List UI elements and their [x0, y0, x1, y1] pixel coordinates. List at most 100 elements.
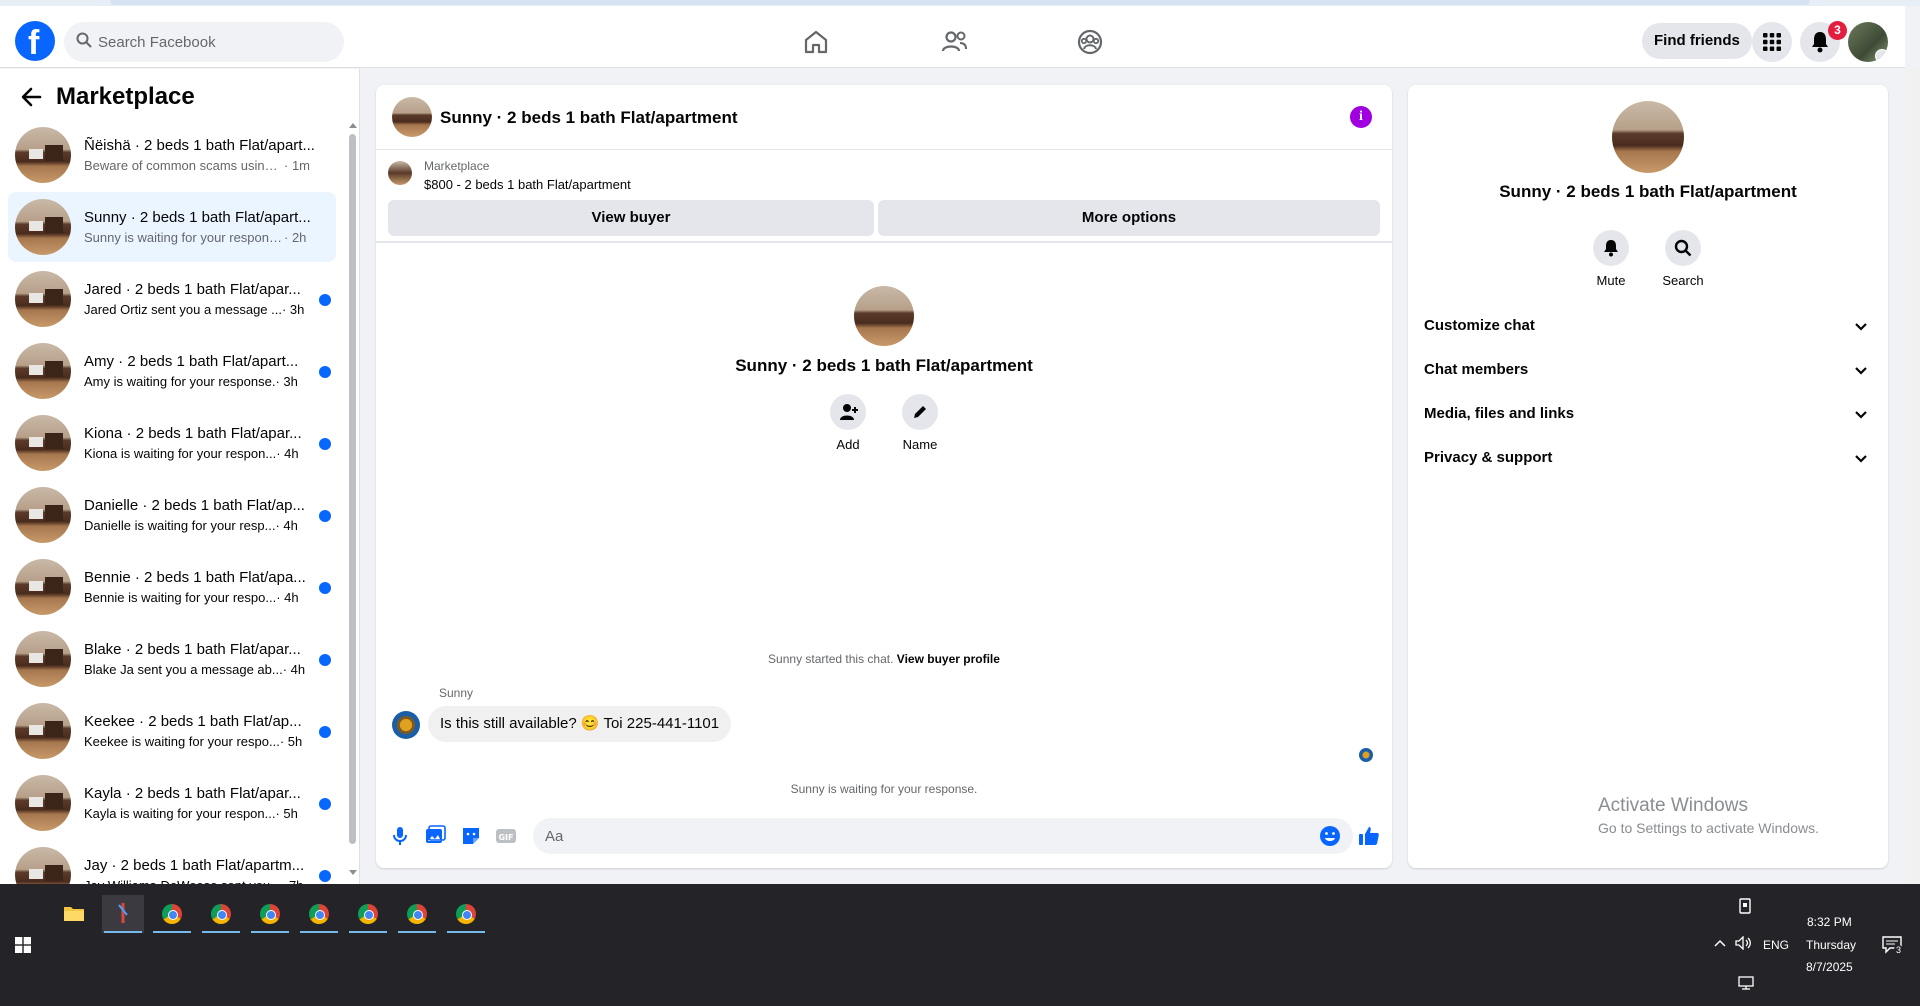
network-icon[interactable]: [1738, 976, 1754, 990]
more-options-button[interactable]: More options: [878, 200, 1380, 236]
action-center-button[interactable]: 3: [1882, 936, 1904, 956]
listing-price-title[interactable]: $800 - 2 beds 1 bath Flat/apartment: [424, 177, 631, 192]
privacy-support-row[interactable]: Privacy & support: [1416, 436, 1880, 480]
groups-icon[interactable]: [1074, 26, 1106, 58]
message-input[interactable]: [533, 818, 1353, 854]
mute-button[interactable]: Mute: [1576, 230, 1646, 288]
conversation-title: Ñëishä · 2 beds 1 bath Flat/apart...: [84, 137, 315, 154]
chrome-taskbar-icon-4[interactable]: [298, 895, 340, 933]
clock-date[interactable]: 8/7/2025: [1806, 960, 1853, 974]
chrome-taskbar-icon-1[interactable]: [151, 895, 193, 933]
chrome-icon: [456, 904, 476, 924]
conversation-item[interactable]: Kayla · 2 beds 1 bath Flat/apar... Kayla …: [8, 768, 336, 838]
clock-day[interactable]: Thursday: [1806, 938, 1856, 952]
listing-thumbnail: [15, 847, 71, 884]
conversation-item[interactable]: Jay · 2 beds 1 bath Flat/apartm...Jay Wi…: [8, 840, 336, 884]
conversation-title: Jared · 2 beds 1 bath Flat/apar...: [84, 281, 301, 298]
listing-thumbnail: [15, 631, 71, 687]
conversation-time: · 3h: [281, 302, 305, 317]
chrome-taskbar-icon-6[interactable]: [396, 895, 438, 933]
conversation-item[interactable]: Jared · 2 beds 1 bath Flat/apar... Jared …: [8, 264, 336, 334]
chevron-down-icon: [1855, 455, 1867, 463]
conversation-title: Keekee · 2 beds 1 bath Flat/ap...: [84, 713, 302, 730]
back-arrow-icon[interactable]: [20, 86, 42, 108]
sidebar-scroll-thumb[interactable]: [349, 134, 356, 844]
conversation-item[interactable]: Danielle · 2 beds 1 bath Flat/ap... Danie…: [8, 480, 336, 550]
waiting-notice: Sunny is waiting for your response.: [790, 782, 978, 796]
listing-thumbnail[interactable]: [388, 161, 412, 185]
emoji-icon[interactable]: [1319, 825, 1341, 847]
chrome-icon: [211, 904, 231, 924]
microphone-icon[interactable]: [389, 825, 411, 847]
chevron-up-icon[interactable]: [1714, 938, 1726, 948]
name-label: Name: [902, 437, 938, 452]
search-in-chat-button[interactable]: Search: [1648, 230, 1718, 288]
sender-avatar[interactable]: [392, 711, 420, 739]
conversation-item[interactable]: Blake · 2 beds 1 bath Flat/apar... Blake …: [8, 624, 336, 694]
conversation-time: · 4h: [282, 662, 306, 677]
listing-card: Marketplace $800 - 2 beds 1 bath Flat/ap…: [376, 151, 1392, 243]
conversation-item[interactable]: Amy · 2 beds 1 bath Flat/apart... Amy is …: [8, 336, 336, 406]
file-explorer-taskbar-icon[interactable]: [53, 895, 95, 933]
conversation-item[interactable]: Kiona · 2 beds 1 bath Flat/apar... Kiona …: [8, 408, 336, 478]
chat-avatar[interactable]: [392, 97, 432, 137]
conversation-time: · 5h: [279, 734, 303, 749]
search-icon: [76, 32, 92, 48]
conversation-snippet: Danielle is waiting for your resp...· 4h: [84, 518, 298, 533]
chrome-taskbar-icon-7[interactable]: [445, 895, 487, 933]
conversation-item[interactable]: Bennie · 2 beds 1 bath Flat/apa... Bennie…: [8, 552, 336, 622]
search-label: Search: [1662, 273, 1704, 288]
snipping-tool-taskbar-icon[interactable]: [102, 895, 144, 933]
clock-time[interactable]: 8:32 PM: [1807, 915, 1852, 929]
windows-start-icon[interactable]: [15, 937, 31, 953]
language-indicator[interactable]: ENG: [1763, 938, 1789, 952]
gif-icon[interactable]: GIF: [495, 825, 517, 847]
listing-thumbnail: [15, 127, 71, 183]
chrome-taskbar-icon-5[interactable]: [347, 895, 389, 933]
find-friends-button[interactable]: Find friends: [1642, 23, 1752, 59]
search-box[interactable]: [64, 22, 344, 62]
message-sender-name: Sunny: [439, 686, 474, 700]
view-buyer-button[interactable]: View buyer: [388, 200, 874, 236]
chevron-down-icon: [1855, 323, 1867, 331]
add-people-button[interactable]: Add: [818, 394, 878, 452]
device-icon[interactable]: [1738, 898, 1752, 914]
svg-text:GIF: GIF: [498, 833, 513, 842]
chat-center-avatar: [854, 286, 914, 346]
facebook-logo-icon[interactable]: f: [15, 21, 55, 62]
conversation-item[interactable]: Sunny · 2 beds 1 bath Flat/apart... Sunny…: [8, 192, 336, 262]
message-bubble[interactable]: Is this still available? 😊 Toi 225-441-1…: [428, 706, 732, 742]
media-files-links-row[interactable]: Media, files and links: [1416, 392, 1880, 436]
chat-title[interactable]: Sunny · 2 beds 1 bath Flat/apartment: [440, 108, 738, 128]
chevron-down-icon: [1855, 411, 1867, 419]
chrome-taskbar-icon-3[interactable]: [249, 895, 291, 933]
like-thumb-icon[interactable]: [1358, 825, 1380, 847]
menu-button[interactable]: [1752, 22, 1792, 62]
chrome-taskbar-icon-2[interactable]: [200, 895, 242, 933]
home-icon[interactable]: [800, 26, 832, 58]
info-icon[interactable]: i: [1350, 106, 1372, 128]
chevron-down-icon: [1855, 367, 1867, 375]
scroll-up-icon[interactable]: [348, 121, 358, 129]
chrome-icon: [407, 904, 427, 924]
name-chat-button[interactable]: Name: [890, 394, 950, 452]
scroll-down-icon[interactable]: [348, 869, 358, 877]
conversation-item[interactable]: Ñëishä · 2 beds 1 bath Flat/apart... Bewa…: [8, 120, 336, 190]
seen-indicator-avatar: [1359, 748, 1373, 762]
view-buyer-profile-link[interactable]: View buyer profile: [897, 652, 1000, 666]
photo-icon[interactable]: [424, 825, 446, 847]
speaker-icon[interactable]: [1735, 936, 1753, 950]
windows-taskbar: ENG 8:32 PM Thursday 8/7/2025 3: [0, 884, 1920, 1006]
account-avatar[interactable]: [1848, 22, 1888, 62]
listing-thumbnail: [15, 271, 71, 327]
sticker-icon[interactable]: [460, 825, 482, 847]
conversation-item[interactable]: Keekee · 2 beds 1 bath Flat/ap... Keekee …: [8, 696, 336, 766]
page-scrollbar[interactable]: [1905, 69, 1920, 884]
conversation-time: · 2h: [284, 230, 307, 245]
folder-icon: [64, 907, 84, 921]
friends-icon[interactable]: [938, 26, 970, 58]
search-input[interactable]: [98, 22, 328, 62]
chat-center-name: Sunny · 2 beds 1 bath Flat/apartment: [735, 356, 1033, 375]
chat-members-row[interactable]: Chat members: [1416, 348, 1880, 392]
customize-chat-row[interactable]: Customize chat: [1416, 304, 1880, 348]
